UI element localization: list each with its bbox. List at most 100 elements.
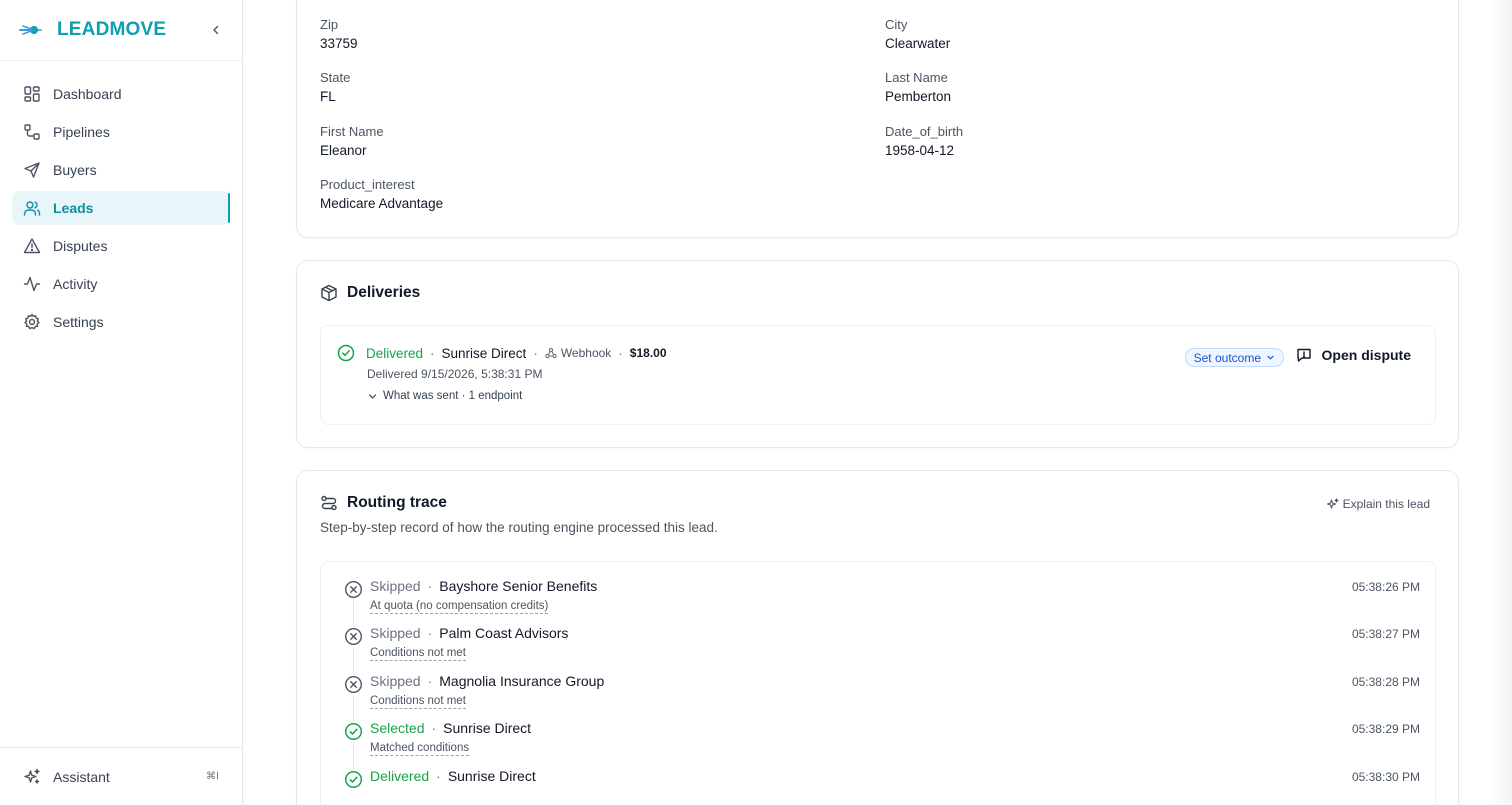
- separator-dot: ·: [427, 625, 433, 641]
- route-icon: [321, 495, 337, 511]
- sidebar-item-label: Pipelines: [53, 124, 110, 140]
- delivery-status: Delivered: [366, 345, 424, 361]
- open-dispute-button[interactable]: Open dispute: [1296, 347, 1411, 363]
- separator-dot: ·: [430, 345, 435, 361]
- trace-step-time: 05:38:27 PM: [1351, 627, 1420, 641]
- sidebar-nav: Dashboard Pipelines Buyers Leads Dispute…: [0, 61, 242, 339]
- explain-lead-label: Explain this lead: [1342, 497, 1430, 511]
- assistant-shortcut: ⌘I: [206, 771, 219, 782]
- field-state: State FL: [320, 70, 350, 104]
- delivery-item: Delivered · Sunrise Direct · Webhook · $…: [320, 325, 1436, 425]
- chevron-down-icon: [1267, 355, 1274, 360]
- field-label: First Name: [320, 124, 384, 139]
- sidebar: LEADMOVE Dashboard Pipelines Buyers Lead…: [0, 0, 243, 805]
- field-value: Eleanor: [320, 143, 367, 158]
- trace-step: Delivered · Sunrise Direct 05:38:30 PM: [321, 768, 1435, 805]
- field-last-name: Last Name Pemberton: [885, 70, 951, 104]
- trace-step-status: Skipped: [370, 673, 421, 689]
- activity-icon: [23, 276, 41, 292]
- field-first-name: First Name Eleanor: [320, 124, 384, 158]
- field-label: Last Name: [885, 70, 948, 85]
- sidebar-item-label: Activity: [53, 276, 98, 292]
- separator-dot: ·: [427, 578, 433, 594]
- message-alert-icon: [1296, 348, 1311, 362]
- sidebar-item-label: Settings: [53, 314, 104, 330]
- main-content: Zip 33759 City Clearwater State FL Last …: [244, 0, 1512, 805]
- collapse-sidebar-button[interactable]: [208, 22, 224, 38]
- what-was-sent-toggle[interactable]: What was sent · 1 endpoint: [367, 390, 522, 402]
- chevron-left-icon: [213, 25, 219, 35]
- trace-step-status: Skipped: [370, 625, 421, 641]
- trace-step-summary: Selected · Sunrise Direct: [370, 720, 531, 736]
- separator-dot: ·: [533, 345, 538, 361]
- trace-step-summary: Skipped · Bayshore Senior Benefits: [370, 578, 597, 594]
- delivery-summary: Delivered · Sunrise Direct · Webhook · $…: [337, 344, 667, 362]
- trace-step-summary: Skipped · Magnolia Insurance Group: [370, 673, 604, 689]
- sidebar-item-label: Leads: [53, 200, 94, 216]
- trace-step-reason[interactable]: At quota (no compensation credits): [370, 600, 549, 614]
- trace-step: Skipped · Palm Coast Advisors Conditions…: [321, 625, 1435, 669]
- field-product-interest: Product_interest Medicare Advantage: [320, 177, 443, 211]
- trace-step-buyer: Palm Coast Advisors: [439, 625, 569, 641]
- delivery-timestamp: Delivered 9/15/2026, 5:38:31 PM: [367, 367, 543, 381]
- separator-dot: ·: [436, 768, 441, 784]
- routing-title-text: Routing trace: [347, 494, 447, 511]
- x-circle-icon: [344, 675, 363, 694]
- field-value: FL: [320, 89, 336, 104]
- sidebar-item-pipelines[interactable]: Pipelines: [12, 115, 230, 149]
- field-value: 33759: [320, 36, 358, 51]
- workflow-icon: [24, 124, 40, 140]
- trace-step-reason[interactable]: Conditions not met: [370, 647, 466, 661]
- trace-step-time: 05:38:29 PM: [1351, 722, 1420, 736]
- users-icon: [23, 201, 41, 216]
- sidebar-item-label: Dashboard: [53, 86, 122, 102]
- trace-step-buyer: Sunrise Direct: [443, 720, 532, 736]
- lead-fields-card: Zip 33759 City Clearwater State FL Last …: [296, 0, 1459, 238]
- separator-dot: ·: [618, 345, 623, 361]
- set-outcome-label: Set outcome: [1193, 350, 1261, 365]
- delivery-price: $18.00: [629, 346, 667, 360]
- separator-dot: ·: [431, 720, 437, 736]
- set-outcome-dropdown[interactable]: Set outcome: [1184, 348, 1284, 367]
- trace-step-summary: Delivered · Sunrise Direct: [370, 768, 536, 784]
- trace-step-status: Delivered: [370, 768, 430, 784]
- sidebar-item-label: Disputes: [53, 238, 108, 254]
- webhook-icon: [545, 347, 557, 359]
- field-label: City: [885, 17, 908, 32]
- sidebar-item-leads[interactable]: Leads: [12, 191, 230, 225]
- assistant-button[interactable]: Assistant ⌘I: [0, 747, 242, 805]
- logo-icon: [19, 25, 42, 35]
- routing-trace-card: Routing trace Step-by-step record of how…: [296, 470, 1459, 805]
- routing-title: Routing trace: [320, 494, 447, 512]
- trace-step: Skipped · Bayshore Senior Benefits At qu…: [321, 578, 1435, 622]
- sidebar-item-settings[interactable]: Settings: [12, 305, 230, 339]
- trace-step-reason[interactable]: Matched conditions: [370, 742, 470, 756]
- chevron-down-icon: [368, 393, 377, 399]
- scroll-edge-shadow: [1488, 0, 1512, 805]
- routing-subtitle: Step-by-step record of how the routing e…: [320, 520, 718, 535]
- field-label: State: [320, 70, 351, 85]
- deliveries-card: Deliveries Delivered · Sunrise Direct · …: [296, 260, 1459, 448]
- check-circle-icon: [344, 722, 363, 741]
- field-label: Date_of_birth: [885, 124, 964, 139]
- field-value: Clearwater: [885, 36, 951, 51]
- trace-step-time: 05:38:28 PM: [1351, 675, 1420, 689]
- sparkles-icon: [1326, 497, 1339, 509]
- trace-step-buyer: Bayshore Senior Benefits: [439, 578, 598, 594]
- trace-step-buyer: Magnolia Insurance Group: [439, 673, 605, 689]
- sidebar-item-activity[interactable]: Activity: [12, 267, 230, 301]
- x-circle-icon: [344, 627, 363, 646]
- trace-step-buyer: Sunrise Direct: [447, 768, 536, 784]
- routing-trace-list: Skipped · Bayshore Senior Benefits At qu…: [320, 561, 1436, 805]
- trace-step-status: Skipped: [370, 578, 421, 594]
- send-icon: [24, 162, 40, 178]
- sidebar-item-buyers[interactable]: Buyers: [12, 153, 230, 187]
- sidebar-item-dashboard[interactable]: Dashboard: [12, 77, 230, 111]
- explain-lead-button[interactable]: Explain this lead: [1326, 497, 1430, 511]
- delivery-buyer: Sunrise Direct: [441, 345, 527, 361]
- field-value: Medicare Advantage: [320, 196, 444, 211]
- field-city: City Clearwater: [885, 17, 950, 51]
- sidebar-item-disputes[interactable]: Disputes: [12, 229, 230, 263]
- sidebar-item-label: Buyers: [53, 162, 97, 178]
- trace-step-reason[interactable]: Conditions not met: [370, 695, 466, 709]
